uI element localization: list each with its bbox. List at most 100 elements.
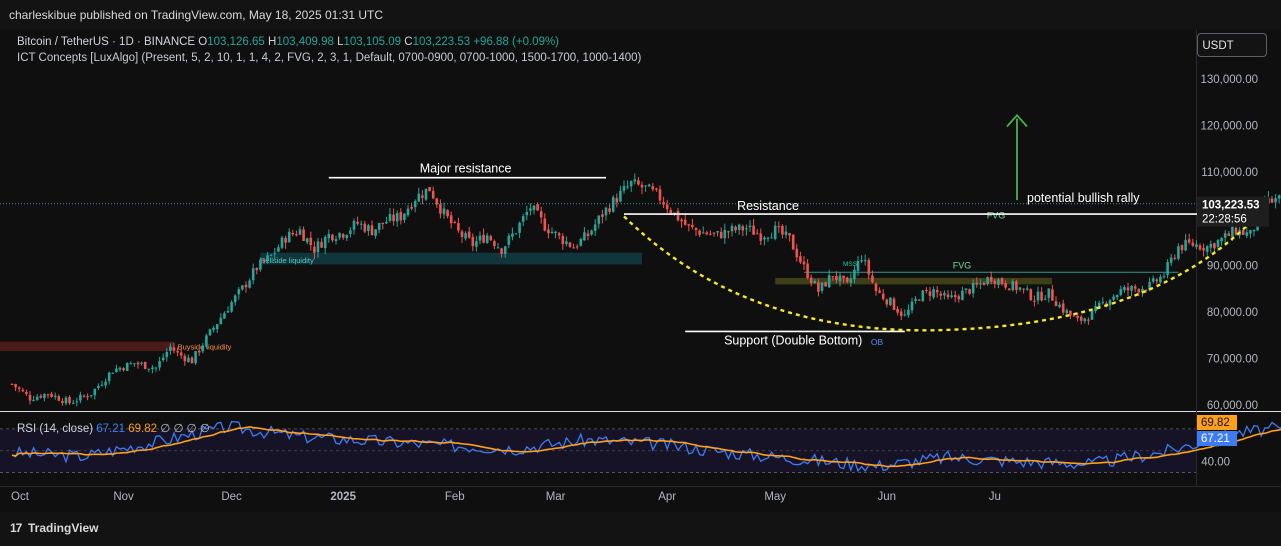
candle-body (104, 381, 107, 386)
candle-body (1083, 318, 1087, 322)
time-tick-label: Oct (11, 491, 30, 503)
candle-body (154, 367, 158, 369)
candle-body (557, 233, 561, 236)
candle-body (295, 234, 298, 236)
candle-body (93, 388, 97, 396)
candle-body (1177, 246, 1180, 259)
candle-body (125, 362, 129, 372)
candle-body (824, 282, 827, 287)
price-tick-label: 90,000.00 (1207, 260, 1258, 272)
candle-body (835, 275, 838, 280)
candle-body (244, 284, 248, 288)
candle-body (637, 180, 640, 185)
symbol-legend[interactable]: Bitcoin / TetherUS · 1D · BINANCE O103,1… (17, 36, 559, 48)
candle-body (32, 399, 35, 401)
candle-body (1166, 262, 1169, 275)
candle-body (359, 223, 363, 225)
buyside-liquidity-zone (0, 341, 174, 351)
candle-body (1090, 310, 1094, 320)
candle-body (1245, 232, 1249, 236)
candle-body (957, 296, 961, 300)
candle-body (118, 367, 122, 370)
candle-body (485, 235, 489, 243)
candle-body (601, 214, 604, 217)
candle-body (892, 298, 896, 310)
candle-body (187, 357, 190, 362)
candle-body (158, 361, 161, 368)
candle-body (741, 226, 745, 231)
candle-body (374, 229, 377, 236)
time-axis[interactable]: Oct Nov Dec 2025 Feb Mar Apr May Jun Ju (11, 491, 1001, 503)
candle-body (79, 394, 82, 401)
candle-body (961, 290, 964, 301)
symbol-name[interactable]: Bitcoin / TetherUS · 1D · BINANCE (17, 36, 195, 48)
price-axis[interactable]: 130,000.00120,000.00110,000.00100,000.00… (1197, 74, 1269, 412)
candle-body (313, 246, 316, 253)
time-tick-label: May (764, 491, 786, 503)
candle-body (165, 352, 169, 358)
candle-body (784, 231, 788, 235)
candle-body (259, 259, 262, 270)
candle-body (298, 229, 302, 235)
indicator-legend[interactable]: ICT Concepts [LuxAlgo] (Present, 5, 2, 1… (17, 52, 641, 64)
candle-body (35, 396, 39, 400)
candle-body (615, 197, 619, 203)
major-resistance-label: Major resistance (420, 162, 512, 176)
candle-body (107, 372, 111, 381)
candle-body (280, 237, 284, 248)
candle-body (208, 329, 212, 336)
rsi-label[interactable]: RSI (14, close) (17, 423, 93, 435)
price-chart[interactable]: Sellside liquidityBuyside liquidityFVGFV… (0, 0, 1281, 512)
candle-body (766, 237, 770, 239)
candle-body (194, 351, 197, 364)
candle-body (953, 295, 957, 298)
candle-body (82, 395, 86, 397)
candle-body (10, 383, 14, 385)
candle-body (143, 361, 147, 369)
candle-body (1011, 281, 1015, 291)
candle-body (1007, 288, 1011, 291)
candle-body (1029, 289, 1033, 301)
candle-body (223, 313, 226, 319)
candle-body (536, 204, 539, 211)
candle-body (255, 268, 259, 271)
candle-body (1133, 286, 1137, 289)
candle-body (662, 202, 665, 205)
candle-body (593, 224, 597, 231)
candle-body (345, 235, 349, 239)
candle-body (403, 213, 406, 221)
candle-body (439, 204, 442, 214)
candle-body (914, 298, 917, 301)
currency-button[interactable]: USDT (1197, 33, 1267, 57)
candle-body (331, 234, 334, 241)
rsi-ma-value: 69.82 (128, 423, 158, 435)
candle-body (446, 210, 449, 217)
candle-body (1220, 238, 1223, 242)
candle-body (1033, 300, 1036, 302)
candle-body (482, 234, 485, 243)
low-value: 103,105.09 (343, 36, 402, 48)
candle-body (363, 223, 367, 232)
candle-body (1155, 279, 1159, 282)
candle-body (43, 393, 46, 399)
tradingview-logo[interactable]: 17 TradingView (10, 521, 98, 535)
candle-body (1195, 244, 1198, 248)
candle-body (176, 351, 179, 353)
candle-body (75, 401, 79, 403)
mss-label: MSS (843, 261, 858, 268)
candle-body (287, 231, 291, 243)
rsi-legend[interactable]: RSI (14, close) 67.21 69.82 ∅ ∅ ∅ ∅ (17, 421, 210, 435)
candle-body (745, 228, 748, 230)
candle-body (320, 242, 323, 248)
candle-body (565, 241, 568, 245)
candle-body (1000, 278, 1004, 285)
candle-body (997, 279, 1000, 285)
candle-body (1101, 302, 1105, 304)
footer-bar (0, 512, 1281, 546)
candle-body (133, 363, 136, 365)
candle-body (323, 236, 327, 249)
candle-body (608, 208, 611, 212)
candle-body (777, 226, 781, 228)
candle-body (97, 385, 100, 389)
candle-body (1094, 305, 1097, 312)
